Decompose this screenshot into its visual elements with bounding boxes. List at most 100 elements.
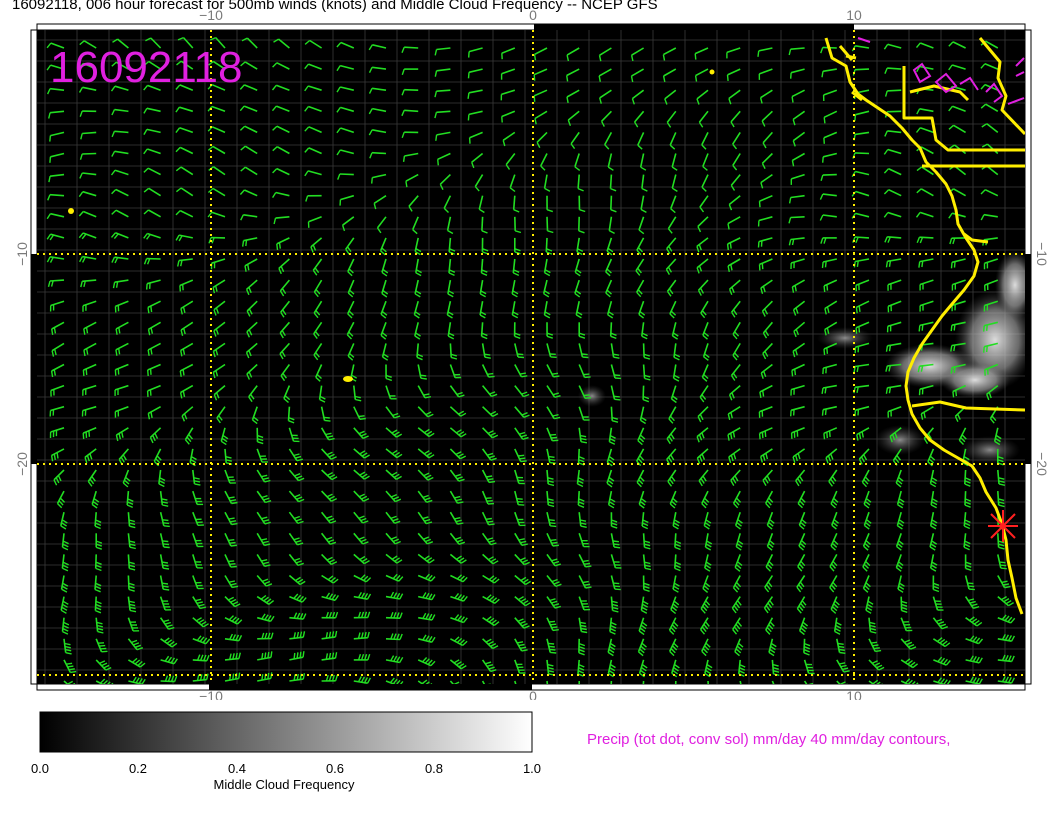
wind-barb-feather (549, 433, 557, 436)
wind-barb (674, 554, 677, 569)
wind-barb-feather (533, 54, 537, 61)
wind-barb-feather (823, 285, 826, 292)
wind-barb (449, 343, 452, 358)
wind-barb-feather (585, 586, 592, 589)
wind-barb-feather (270, 651, 273, 658)
colorbar (39, 711, 533, 753)
wind-barb-feather (726, 243, 729, 250)
wind-barb-feather (822, 156, 824, 163)
wind-barb-feather (67, 665, 74, 668)
wind-barb-feather (521, 375, 528, 378)
wind-barb-feather (302, 651, 305, 658)
wind-barb-feather (855, 327, 858, 334)
wind-barb-feather (229, 499, 237, 502)
map-title: 16092118, 006 hour forecast for 500mb wi… (12, 0, 658, 13)
wind-barb (642, 385, 645, 400)
wind-barb-feather (858, 305, 861, 312)
wind-barb-feather (484, 356, 491, 359)
wind-barb-feather (552, 439, 559, 442)
wind-barb-feather (467, 92, 470, 99)
wind-barb-feather (88, 430, 91, 437)
wind-barb-feather (552, 544, 559, 547)
wind-barb (404, 46, 419, 49)
wind-barb-feather (549, 648, 556, 651)
wind-barb-feather (49, 135, 52, 142)
wind-barb-feather (983, 325, 985, 332)
wind-barb-feather (228, 560, 235, 563)
wind-barb-feather (614, 546, 621, 549)
wind-barb-feather (549, 458, 556, 461)
wind-barb-feather (821, 261, 824, 269)
wind-barb-feather (517, 353, 524, 356)
wind-barb-feather (757, 50, 760, 57)
wind-barb (436, 110, 451, 114)
wind-barb (577, 174, 580, 189)
wind-barb-feather (516, 498, 523, 500)
frame-mark-right (1025, 254, 1031, 464)
wind-barb-feather (986, 345, 988, 353)
wind-barb-feather (402, 155, 406, 162)
wind-barb-feather (518, 454, 525, 457)
wind-barb (577, 491, 580, 506)
wind-barb-feather (1000, 564, 1007, 567)
wind-barb (854, 68, 870, 71)
wind-barb-feather (228, 517, 235, 520)
wind-barb-feather (53, 369, 56, 376)
wind-barb-feather (823, 348, 826, 356)
wind-barb-feather (791, 370, 794, 377)
wind-barb-feather (359, 417, 366, 420)
wind-barb-feather (968, 588, 975, 591)
wind-barb-feather (245, 240, 248, 247)
wind-barb-feather (68, 668, 75, 671)
wind-barb-feather (826, 432, 828, 439)
wind-barb-feather (548, 645, 555, 648)
wind-barb-feather (838, 648, 845, 651)
wind-barb (610, 195, 613, 210)
wind-barb-feather (758, 201, 761, 208)
wind-barb-feather (261, 653, 264, 660)
colorbar-tick: 0.6 (326, 761, 344, 776)
wind-barb-feather (163, 588, 170, 591)
wind-barb-feather (953, 366, 956, 373)
wind-barb (803, 638, 806, 653)
wind-barb-feather (50, 455, 54, 462)
colorbar-tick: 0.4 (228, 761, 246, 776)
wind-barb (404, 88, 419, 91)
colorbar-tick: 0.8 (425, 761, 443, 776)
wind-barb-feather (488, 480, 496, 484)
wind-barb-feather (581, 630, 588, 634)
wind-barb-feather (1000, 567, 1007, 570)
wind-barb-feather (437, 159, 439, 166)
wind-barb-feather (824, 409, 827, 416)
wind-barb-feather (583, 373, 590, 376)
wind-barb-feather (261, 674, 264, 681)
wind-barb-feather (614, 398, 621, 401)
wind-barb-feather (548, 642, 555, 645)
wind-barb-feather (420, 374, 427, 377)
wind-barb-feather (580, 624, 587, 628)
wind-barb (192, 659, 207, 662)
wind-barb-feather (118, 348, 121, 355)
wind-barb-feather (150, 305, 153, 313)
wind-barb-feather (520, 460, 527, 463)
wind-barb-feather (583, 394, 590, 397)
wind-barb (964, 469, 967, 485)
wind-barb (339, 173, 354, 176)
wind-barb-feather (551, 541, 558, 544)
wind-barb (404, 109, 419, 113)
wind-barb-feather (582, 559, 589, 563)
wind-barb-feather (467, 114, 470, 121)
wind-barb-feather (533, 74, 536, 81)
wind-barb-feather (83, 328, 86, 335)
wind-barb-feather (762, 390, 765, 397)
wind-barb-feather (885, 261, 889, 268)
wind-barb-feather (162, 564, 169, 567)
wind-barb-feather (278, 242, 281, 249)
wind-barb-feather (519, 372, 527, 375)
wind-barb-feather (267, 651, 270, 659)
wind-barb-feather (953, 344, 956, 352)
wind-barb-feather (519, 457, 526, 460)
x-tick-bottom: 10 (846, 688, 862, 700)
wind-barb-feather (550, 525, 557, 528)
wind-barb (997, 491, 1000, 506)
